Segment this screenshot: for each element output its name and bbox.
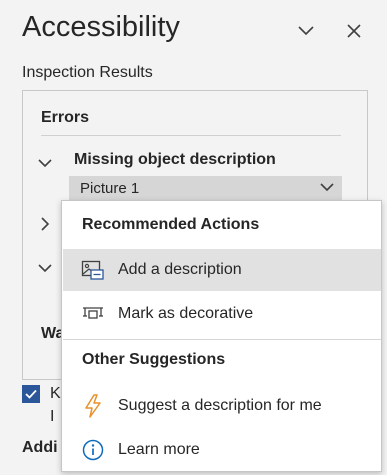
keep-running-label-line2: I bbox=[50, 408, 55, 425]
keep-running-label: K bbox=[50, 385, 61, 402]
expand-toggle[interactable] bbox=[40, 217, 54, 231]
suggest-description-label: Suggest a description for me bbox=[118, 397, 322, 414]
inspection-results-label: Inspection Results bbox=[22, 64, 153, 81]
errors-heading: Errors bbox=[41, 109, 90, 126]
mark-decorative-icon bbox=[81, 302, 105, 326]
divider bbox=[41, 135, 341, 136]
close-icon bbox=[347, 24, 361, 38]
close-pane-button[interactable] bbox=[343, 20, 365, 42]
mark-decorative-menu-item[interactable]: Mark as decorative bbox=[63, 293, 381, 335]
chevron-right-icon bbox=[41, 217, 50, 231]
other-suggestions-heading: Other Suggestions bbox=[82, 351, 226, 368]
suggest-description-menu-item[interactable]: Suggest a description for me bbox=[63, 385, 381, 427]
issue-collapse-toggle[interactable] bbox=[38, 155, 52, 169]
chevron-down-icon bbox=[38, 264, 52, 273]
chevron-down-icon bbox=[298, 26, 314, 36]
learn-more-label: Learn more bbox=[118, 441, 200, 458]
pane-options-button[interactable] bbox=[295, 20, 317, 42]
chevron-down-icon bbox=[320, 183, 334, 192]
recommended-actions-menu: Recommended Actions Add a description Ma… bbox=[61, 200, 382, 472]
info-icon bbox=[81, 438, 105, 462]
add-description-menu-item[interactable]: Add a description bbox=[63, 249, 381, 291]
mark-decorative-label: Mark as decorative bbox=[118, 305, 254, 322]
checkmark-icon bbox=[25, 389, 37, 399]
menu-divider bbox=[63, 339, 381, 340]
add-description-icon bbox=[81, 258, 105, 282]
add-description-label: Add a description bbox=[118, 261, 242, 278]
additional-settings-heading: Addi bbox=[22, 439, 58, 456]
pane-title: Accessibility bbox=[22, 11, 180, 43]
recommended-actions-heading: Recommended Actions bbox=[82, 216, 260, 233]
keep-running-checkbox[interactable] bbox=[22, 385, 40, 403]
picture-item-dropdown[interactable]: Picture 1 bbox=[69, 176, 342, 200]
lightning-icon bbox=[81, 394, 105, 418]
chevron-down-icon bbox=[38, 159, 52, 168]
learn-more-menu-item[interactable]: Learn more bbox=[63, 429, 381, 471]
issue-title[interactable]: Missing object description bbox=[74, 151, 276, 169]
collapse-toggle[interactable] bbox=[38, 260, 52, 274]
picture-item-label: Picture 1 bbox=[80, 179, 140, 197]
